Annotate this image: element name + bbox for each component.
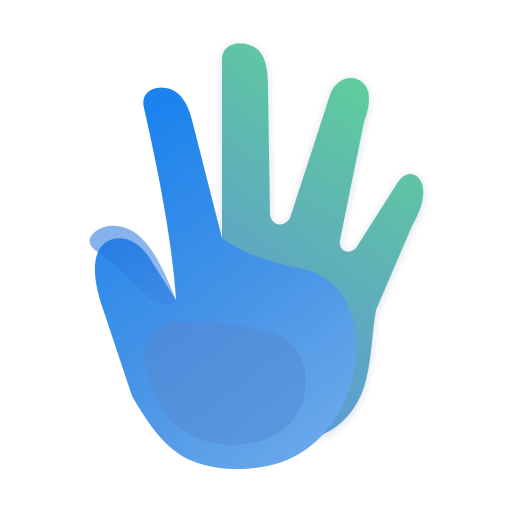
hand-icon xyxy=(89,43,424,470)
icon-canvas xyxy=(0,0,512,512)
